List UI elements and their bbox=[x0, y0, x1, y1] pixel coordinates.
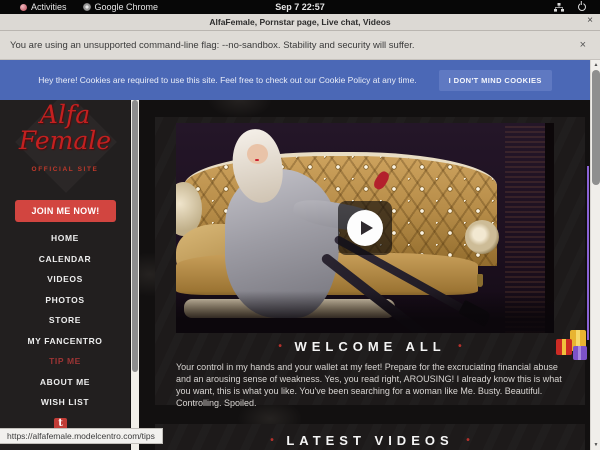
welcome-heading: • WELCOME ALL • bbox=[155, 339, 585, 354]
welcome-heading-text: WELCOME ALL bbox=[294, 339, 445, 354]
window-title-bar: AlfaFemale, Pornstar page, Live chat, Vi… bbox=[0, 14, 600, 31]
app-menu-label: Google Chrome bbox=[95, 2, 159, 12]
sidebar-item-home[interactable]: HOME bbox=[0, 228, 130, 249]
status-url-bubble: https://alfafemale.modelcentro.com/tips bbox=[0, 428, 163, 444]
activities-label: Activities bbox=[31, 2, 67, 12]
sidebar-nav: HOME CALENDAR VIDEOS PHOTOS STORE MY FAN… bbox=[0, 228, 130, 413]
official-site-label: OFFICIAL SITE bbox=[0, 166, 130, 173]
sidebar-item-wish-list[interactable]: WISH LIST bbox=[0, 392, 130, 413]
heading-bullet-icon: • bbox=[274, 341, 286, 352]
window-close-icon[interactable]: × bbox=[587, 15, 593, 26]
browser-viewport: Hey there! Cookies are required to use t… bbox=[0, 60, 600, 450]
side-widget-edge bbox=[587, 166, 589, 340]
gift-box-icon bbox=[573, 346, 587, 360]
heading-bullet-icon: • bbox=[462, 435, 474, 446]
sidebar-item-my-fancentro[interactable]: MY FANCENTRO bbox=[0, 331, 130, 352]
warning-close-icon[interactable]: × bbox=[580, 39, 590, 51]
window-title: AlfaFemale, Pornstar page, Live chat, Vi… bbox=[209, 17, 390, 27]
scroll-down-icon[interactable]: ▼ bbox=[591, 442, 600, 448]
app-menu-google-chrome[interactable]: Google Chrome bbox=[75, 0, 167, 14]
sidebar-scrollbar-thumb[interactable] bbox=[132, 100, 138, 372]
flag-warning-bar: You are using an unsupported command-lin… bbox=[0, 31, 600, 60]
page-scrollbar-thumb[interactable] bbox=[592, 70, 600, 185]
sidebar-item-store[interactable]: STORE bbox=[0, 310, 130, 331]
activities-indicator-icon bbox=[20, 4, 27, 11]
system-top-bar: Activities Google Chrome Sep 7 22:57 bbox=[0, 0, 600, 14]
latest-videos-panel: • LATEST VIDEOS • bbox=[155, 424, 585, 450]
video-play-overlay[interactable] bbox=[338, 201, 392, 255]
power-icon[interactable] bbox=[578, 3, 586, 11]
sidebar-item-photos[interactable]: PHOTOS bbox=[0, 290, 130, 311]
screen: Activities Google Chrome Sep 7 22:57 Alf… bbox=[0, 0, 600, 450]
heading-bullet-icon: • bbox=[266, 435, 278, 446]
main-content-panel: • WELCOME ALL • Your control in my hands… bbox=[155, 117, 585, 405]
sidebar-item-videos[interactable]: VIDEOS bbox=[0, 269, 130, 290]
photo-face bbox=[247, 144, 268, 164]
sidebar-item-calendar[interactable]: CALENDAR bbox=[0, 249, 130, 270]
cookie-accept-button[interactable]: I DON'T MIND COOKIES bbox=[439, 70, 552, 91]
network-icon[interactable] bbox=[554, 3, 564, 12]
play-triangle-icon bbox=[361, 221, 373, 235]
cookie-message: Hey there! Cookies are required to use t… bbox=[38, 75, 416, 85]
gifts-widget-icon[interactable] bbox=[556, 328, 592, 362]
sidebar: Alfa Female OFFICIAL SITE JOIN ME NOW! H… bbox=[0, 100, 130, 450]
warning-message: You are using an unsupported command-lin… bbox=[10, 40, 415, 51]
site-logo[interactable]: Alfa Female bbox=[0, 102, 130, 153]
logo-line-2: Female bbox=[0, 128, 130, 153]
photo-couch-armrest-scroll bbox=[465, 220, 499, 254]
play-button-icon bbox=[347, 210, 383, 246]
photo-tassel bbox=[477, 274, 483, 287]
video-poster[interactable] bbox=[176, 123, 554, 333]
scroll-up-icon[interactable]: ▲ bbox=[591, 62, 600, 68]
chrome-icon bbox=[83, 3, 91, 11]
sidebar-item-tip-me[interactable]: TIP ME bbox=[0, 351, 130, 372]
activities-button[interactable]: Activities bbox=[12, 0, 75, 14]
cookie-banner: Hey there! Cookies are required to use t… bbox=[0, 60, 590, 100]
latest-videos-heading: • LATEST VIDEOS • bbox=[155, 433, 585, 448]
sidebar-item-about-me[interactable]: ABOUT ME bbox=[0, 372, 130, 393]
heading-bullet-icon: • bbox=[454, 341, 466, 352]
join-me-now-button[interactable]: JOIN ME NOW! bbox=[15, 200, 116, 222]
photo-lips bbox=[255, 159, 259, 161]
gift-box-icon bbox=[556, 339, 572, 355]
latest-videos-heading-text: LATEST VIDEOS bbox=[286, 433, 453, 448]
welcome-text: Your control in my hands and your wallet… bbox=[176, 361, 568, 409]
logo-line-1: Alfa bbox=[0, 102, 130, 127]
page-scrollbar[interactable]: ▲ ▼ bbox=[590, 60, 600, 450]
photo-floor-shadow bbox=[176, 291, 554, 333]
sidebar-scrollbar[interactable] bbox=[131, 100, 139, 450]
